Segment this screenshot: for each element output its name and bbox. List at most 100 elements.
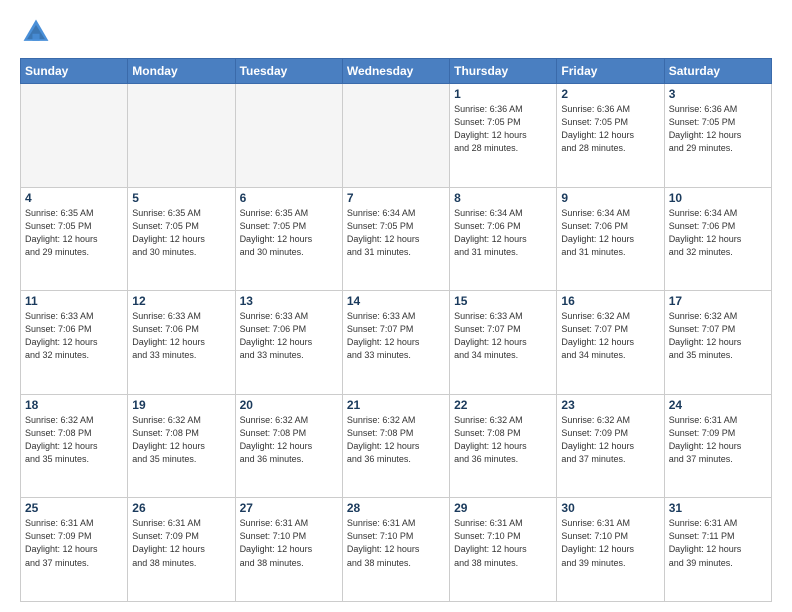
header: [20, 16, 772, 48]
day-number: 17: [669, 294, 767, 308]
day-cell-8: 8 Sunrise: 6:34 AM Sunset: 7:06 PM Daylig…: [450, 187, 557, 291]
day-number: 29: [454, 501, 552, 515]
day-cell-25: 25 Sunrise: 6:31 AM Sunset: 7:09 PM Dayli…: [21, 498, 128, 602]
page: SundayMondayTuesdayWednesdayThursdayFrid…: [0, 0, 792, 612]
day-cell-14: 14 Sunrise: 6:33 AM Sunset: 7:07 PM Dayli…: [342, 291, 449, 395]
day-number: 23: [561, 398, 659, 412]
day-number: 16: [561, 294, 659, 308]
day-info: Sunrise: 6:33 AM Sunset: 7:06 PM Dayligh…: [132, 310, 230, 362]
day-info: Sunrise: 6:35 AM Sunset: 7:05 PM Dayligh…: [132, 207, 230, 259]
day-info: Sunrise: 6:31 AM Sunset: 7:11 PM Dayligh…: [669, 517, 767, 569]
day-info: Sunrise: 6:32 AM Sunset: 7:08 PM Dayligh…: [454, 414, 552, 466]
day-info: Sunrise: 6:36 AM Sunset: 7:05 PM Dayligh…: [454, 103, 552, 155]
day-info: Sunrise: 6:33 AM Sunset: 7:07 PM Dayligh…: [347, 310, 445, 362]
day-number: 5: [132, 191, 230, 205]
day-number: 4: [25, 191, 123, 205]
day-cell-20: 20 Sunrise: 6:32 AM Sunset: 7:08 PM Dayli…: [235, 394, 342, 498]
day-cell-27: 27 Sunrise: 6:31 AM Sunset: 7:10 PM Dayli…: [235, 498, 342, 602]
day-info: Sunrise: 6:33 AM Sunset: 7:07 PM Dayligh…: [454, 310, 552, 362]
day-info: Sunrise: 6:31 AM Sunset: 7:10 PM Dayligh…: [347, 517, 445, 569]
day-cell-11: 11Sunrise: 6:33 AM Sunset: 7:06 PM Dayli…: [21, 291, 128, 395]
col-header-monday: Monday: [128, 59, 235, 84]
day-cell-4: 4 Sunrise: 6:35 AM Sunset: 7:05 PM Daylig…: [21, 187, 128, 291]
day-cell-15: 15 Sunrise: 6:33 AM Sunset: 7:07 PM Dayli…: [450, 291, 557, 395]
day-cell-1: 1 Sunrise: 6:36 AM Sunset: 7:05 PM Daylig…: [450, 84, 557, 188]
day-info: Sunrise: 6:32 AM Sunset: 7:09 PM Dayligh…: [561, 414, 659, 466]
day-number: 9: [561, 191, 659, 205]
day-info: Sunrise: 6:32 AM Sunset: 7:08 PM Dayligh…: [25, 414, 123, 466]
day-cell-2: 2Sunrise: 6:36 AM Sunset: 7:05 PM Daylig…: [557, 84, 664, 188]
day-cell-16: 16 Sunrise: 6:32 AM Sunset: 7:07 PM Dayli…: [557, 291, 664, 395]
day-cell-6: 6 Sunrise: 6:35 AM Sunset: 7:05 PM Daylig…: [235, 187, 342, 291]
day-number: 13: [240, 294, 338, 308]
day-cell-23: 23 Sunrise: 6:32 AM Sunset: 7:09 PM Dayli…: [557, 394, 664, 498]
calendar-table: SundayMondayTuesdayWednesdayThursdayFrid…: [20, 58, 772, 602]
day-cell-3: 3 Sunrise: 6:36 AM Sunset: 7:05 PM Daylig…: [664, 84, 771, 188]
day-number: 25: [25, 501, 123, 515]
day-info: Sunrise: 6:31 AM Sunset: 7:09 PM Dayligh…: [132, 517, 230, 569]
day-number: 28: [347, 501, 445, 515]
day-number: 15: [454, 294, 552, 308]
day-number: 12: [132, 294, 230, 308]
day-info: Sunrise: 6:31 AM Sunset: 7:09 PM Dayligh…: [669, 414, 767, 466]
week-row-4: 18 Sunrise: 6:32 AM Sunset: 7:08 PM Dayli…: [21, 394, 772, 498]
day-info: Sunrise: 6:35 AM Sunset: 7:05 PM Dayligh…: [240, 207, 338, 259]
day-cell-10: 10Sunrise: 6:34 AM Sunset: 7:06 PM Dayli…: [664, 187, 771, 291]
day-cell-21: 21Sunrise: 6:32 AM Sunset: 7:08 PM Dayli…: [342, 394, 449, 498]
day-number: 24: [669, 398, 767, 412]
empty-cell: [235, 84, 342, 188]
day-number: 22: [454, 398, 552, 412]
logo-icon: [20, 16, 52, 48]
col-header-thursday: Thursday: [450, 59, 557, 84]
col-header-wednesday: Wednesday: [342, 59, 449, 84]
day-info: Sunrise: 6:36 AM Sunset: 7:05 PM Dayligh…: [561, 103, 659, 155]
day-info: Sunrise: 6:32 AM Sunset: 7:08 PM Dayligh…: [347, 414, 445, 466]
week-row-2: 4 Sunrise: 6:35 AM Sunset: 7:05 PM Daylig…: [21, 187, 772, 291]
day-number: 26: [132, 501, 230, 515]
day-cell-28: 28 Sunrise: 6:31 AM Sunset: 7:10 PM Dayli…: [342, 498, 449, 602]
week-row-1: 1 Sunrise: 6:36 AM Sunset: 7:05 PM Daylig…: [21, 84, 772, 188]
day-info: Sunrise: 6:31 AM Sunset: 7:09 PM Dayligh…: [25, 517, 123, 569]
day-info: Sunrise: 6:31 AM Sunset: 7:10 PM Dayligh…: [454, 517, 552, 569]
day-info: Sunrise: 6:31 AM Sunset: 7:10 PM Dayligh…: [561, 517, 659, 569]
day-info: Sunrise: 6:35 AM Sunset: 7:05 PM Dayligh…: [25, 207, 123, 259]
day-cell-29: 29 Sunrise: 6:31 AM Sunset: 7:10 PM Dayli…: [450, 498, 557, 602]
day-number: 30: [561, 501, 659, 515]
day-number: 27: [240, 501, 338, 515]
day-number: 11: [25, 294, 123, 308]
week-row-3: 11 Sunrise: 6:33 AM Sunset: 7:06 PM Dayli…: [21, 291, 772, 395]
empty-cell: [128, 84, 235, 188]
day-info: Sunrise: 6:33 AM Sunset: 7:06 PM Dayligh…: [240, 310, 338, 362]
day-cell-18: 18 Sunrise: 6:32 AM Sunset: 7:08 PM Dayli…: [21, 394, 128, 498]
day-info: Sunrise: 6:34 AM Sunset: 7:06 PM Dayligh…: [669, 207, 767, 259]
col-header-sunday: Sunday: [21, 59, 128, 84]
day-cell-17: 17Sunrise: 6:32 AM Sunset: 7:07 PM Dayli…: [664, 291, 771, 395]
empty-cell: [21, 84, 128, 188]
day-number: 1: [454, 87, 552, 101]
day-info: Sunrise: 6:32 AM Sunset: 7:08 PM Dayligh…: [240, 414, 338, 466]
day-cell-26: 26 Sunrise: 6:31 AM Sunset: 7:09 PM Dayli…: [128, 498, 235, 602]
col-header-tuesday: Tuesday: [235, 59, 342, 84]
day-cell-13: 13 Sunrise: 6:33 AM Sunset: 7:06 PM Dayli…: [235, 291, 342, 395]
day-cell-7: 7Sunrise: 6:34 AM Sunset: 7:05 PM Daylig…: [342, 187, 449, 291]
day-info: Sunrise: 6:36 AM Sunset: 7:05 PM Dayligh…: [669, 103, 767, 155]
day-info: Sunrise: 6:34 AM Sunset: 7:06 PM Dayligh…: [454, 207, 552, 259]
day-info: Sunrise: 6:32 AM Sunset: 7:08 PM Dayligh…: [132, 414, 230, 466]
day-number: 6: [240, 191, 338, 205]
day-number: 8: [454, 191, 552, 205]
day-info: Sunrise: 6:31 AM Sunset: 7:10 PM Dayligh…: [240, 517, 338, 569]
day-info: Sunrise: 6:32 AM Sunset: 7:07 PM Dayligh…: [561, 310, 659, 362]
logo: [20, 16, 58, 48]
day-info: Sunrise: 6:34 AM Sunset: 7:05 PM Dayligh…: [347, 207, 445, 259]
col-header-friday: Friday: [557, 59, 664, 84]
day-number: 31: [669, 501, 767, 515]
day-number: 20: [240, 398, 338, 412]
day-number: 18: [25, 398, 123, 412]
day-cell-5: 5 Sunrise: 6:35 AM Sunset: 7:05 PM Daylig…: [128, 187, 235, 291]
day-number: 19: [132, 398, 230, 412]
day-cell-24: 24 Sunrise: 6:31 AM Sunset: 7:09 PM Dayli…: [664, 394, 771, 498]
day-number: 14: [347, 294, 445, 308]
week-row-5: 25 Sunrise: 6:31 AM Sunset: 7:09 PM Dayli…: [21, 498, 772, 602]
day-number: 3: [669, 87, 767, 101]
day-cell-22: 22 Sunrise: 6:32 AM Sunset: 7:08 PM Dayli…: [450, 394, 557, 498]
